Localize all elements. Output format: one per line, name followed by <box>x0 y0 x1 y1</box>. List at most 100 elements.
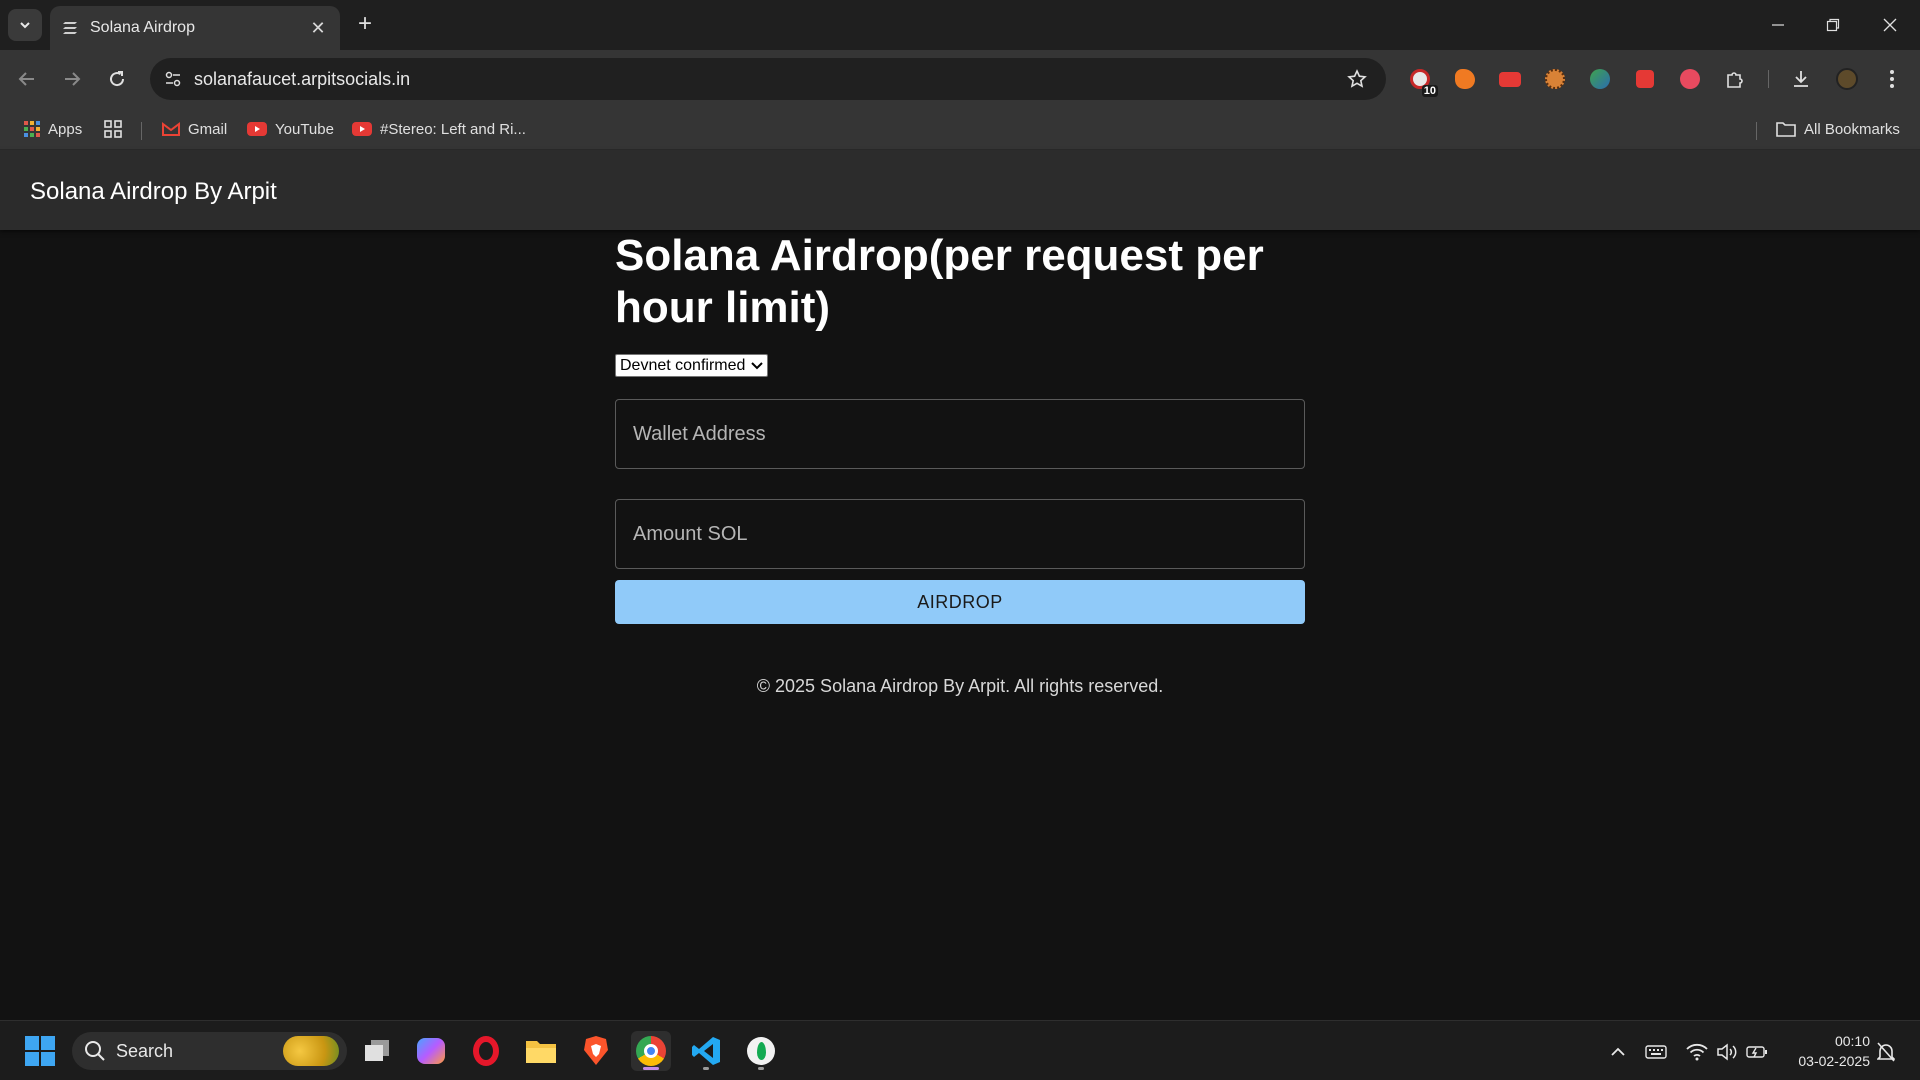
wallet-address-placeholder: Wallet Address <box>633 422 766 445</box>
bookmark-apps[interactable]: Apps <box>24 116 82 142</box>
search-label: Search <box>116 1040 174 1061</box>
toolbar-separator <box>1768 70 1769 88</box>
airdrop-form: Solana Airdrop(per request per hour limi… <box>615 230 1305 624</box>
close-window-button[interactable] <box>1870 10 1910 40</box>
browser-toolbar: solanafaucet.arpitsocials.in 10 <box>0 50 1920 108</box>
download-icon[interactable] <box>1787 65 1815 93</box>
site-brand: Solana Airdrop By Arpit <box>30 178 277 205</box>
minimize-icon <box>1772 24 1784 26</box>
bookmark-youtube[interactable]: YouTube <box>247 116 334 142</box>
mongodb-leaf-icon <box>747 1037 775 1065</box>
chevron-down-icon <box>751 361 764 369</box>
vscode-icon <box>692 1037 720 1065</box>
network-select-value: Devnet confirmed <box>620 356 746 374</box>
copilot-icon <box>417 1038 445 1064</box>
windows-logo-icon <box>25 1036 55 1066</box>
page-title: Solana Airdrop(per request per hour limi… <box>615 231 1264 332</box>
opera-app[interactable] <box>466 1031 506 1071</box>
back-button[interactable] <box>12 64 42 94</box>
extension-red-square-icon[interactable] <box>1631 65 1659 93</box>
extension-orange-icon[interactable] <box>1451 65 1479 93</box>
chrome-app[interactable] <box>631 1031 671 1071</box>
tab-search-button[interactable] <box>8 9 42 41</box>
copilot-app[interactable] <box>411 1031 451 1071</box>
file-explorer-app[interactable] <box>521 1031 561 1071</box>
extension-badge: 10 <box>1421 85 1438 97</box>
bookmark-gmail[interactable]: Gmail <box>162 116 227 142</box>
battery-icon[interactable] <box>1744 1039 1770 1065</box>
minimize-button[interactable] <box>1758 10 1798 40</box>
browser-tab-active[interactable]: Solana Airdrop ✕ <box>50 6 340 50</box>
network-select[interactable]: Devnet confirmed <box>615 354 769 377</box>
amount-sol-input[interactable]: Amount SOL <box>615 499 1305 569</box>
restore-button[interactable] <box>1813 10 1853 40</box>
running-indicator <box>703 1067 709 1070</box>
notification-bell-icon[interactable] <box>1873 1039 1899 1065</box>
clock-date: 03-02-2025 <box>1798 1053 1870 1069</box>
folder-icon <box>1776 121 1796 137</box>
bookmark-stereo[interactable]: #Stereo: Left and Ri... <box>352 116 526 142</box>
gmail-icon <box>162 122 180 136</box>
close-icon <box>1883 18 1897 32</box>
bookmark-star-icon[interactable] <box>1342 64 1372 94</box>
url-text[interactable]: solanafaucet.arpitsocials.in <box>194 69 1342 90</box>
brave-app[interactable] <box>576 1031 616 1071</box>
tab-strip: Solana Airdrop ✕ + <box>0 0 1920 50</box>
arrow-right-icon <box>65 72 81 86</box>
mongodb-compass-app[interactable] <box>741 1031 781 1071</box>
site-info-icon[interactable] <box>164 70 182 88</box>
folder-icon <box>526 1041 556 1063</box>
all-bookmarks-label: All Bookmarks <box>1804 120 1900 138</box>
bookmark-label: Apps <box>48 120 83 138</box>
extensions-puzzle-icon[interactable] <box>1721 65 1749 93</box>
airdrop-button[interactable]: AIRDROP <box>615 580 1305 624</box>
new-tab-button[interactable]: + <box>352 12 378 38</box>
vscode-app[interactable] <box>686 1031 726 1071</box>
running-indicator <box>758 1067 764 1070</box>
amount-sol-placeholder: Amount SOL <box>633 522 748 545</box>
search-highlight-icon <box>283 1036 339 1066</box>
wallet-address-input[interactable]: Wallet Address <box>615 399 1305 469</box>
chevron-down-icon <box>20 22 30 29</box>
extension-green-icon[interactable] <box>1586 65 1614 93</box>
tab-groups-icon <box>104 120 122 138</box>
forward-button[interactable] <box>57 64 87 94</box>
browser-menu-icon[interactable] <box>1878 65 1906 93</box>
chrome-icon <box>636 1036 666 1066</box>
brave-lion-icon <box>584 1036 608 1065</box>
bookmark-separator <box>141 122 142 140</box>
profile-avatar[interactable] <box>1833 65 1861 93</box>
start-button[interactable] <box>20 1031 60 1071</box>
task-view-icon <box>365 1040 389 1061</box>
volume-icon[interactable] <box>1714 1039 1740 1065</box>
clock-time: 00:10 <box>1834 1033 1870 1049</box>
bookmark-label: Gmail <box>188 120 228 138</box>
reload-button[interactable] <box>102 64 132 94</box>
opera-icon <box>473 1036 499 1066</box>
taskbar-search[interactable]: Search <box>72 1032 347 1070</box>
footer-copyright: © 2025 Solana Airdrop By Arpit. All righ… <box>756 676 1164 696</box>
tab-close-icon[interactable]: ✕ <box>308 18 328 39</box>
site-header: Solana Airdrop By Arpit <box>0 150 1920 230</box>
bookmarks-bar: Apps Gmail YouTube #Stereo: Left and Ri.… <box>0 108 1920 150</box>
address-bar[interactable]: solanafaucet.arpitsocials.in <box>150 58 1386 100</box>
active-indicator <box>643 1067 659 1070</box>
extension-youtube-icon[interactable] <box>1496 65 1524 93</box>
wifi-icon[interactable] <box>1684 1039 1710 1065</box>
bookmark-separator <box>1756 122 1757 140</box>
show-hidden-icons-button[interactable] <box>1605 1039 1631 1065</box>
bookmark-label: YouTube <box>275 120 334 138</box>
extension-cookie-icon[interactable] <box>1541 65 1569 93</box>
all-bookmarks-button[interactable]: All Bookmarks <box>1776 116 1900 142</box>
restore-icon <box>1826 18 1840 32</box>
keyboard-icon[interactable] <box>1643 1039 1669 1065</box>
solana-favicon-icon <box>62 20 78 36</box>
extension-notification-icon[interactable]: 10 <box>1406 65 1438 97</box>
reload-icon <box>110 71 125 87</box>
task-view-button[interactable] <box>357 1031 397 1071</box>
extension-infinity-icon[interactable] <box>1676 65 1704 93</box>
apps-grid-icon <box>24 121 40 137</box>
arrow-left-icon <box>18 72 34 86</box>
bookmark-tab-groups[interactable] <box>104 116 130 142</box>
taskbar-clock[interactable]: 00:10 03-02-2025 <box>1780 1031 1870 1071</box>
